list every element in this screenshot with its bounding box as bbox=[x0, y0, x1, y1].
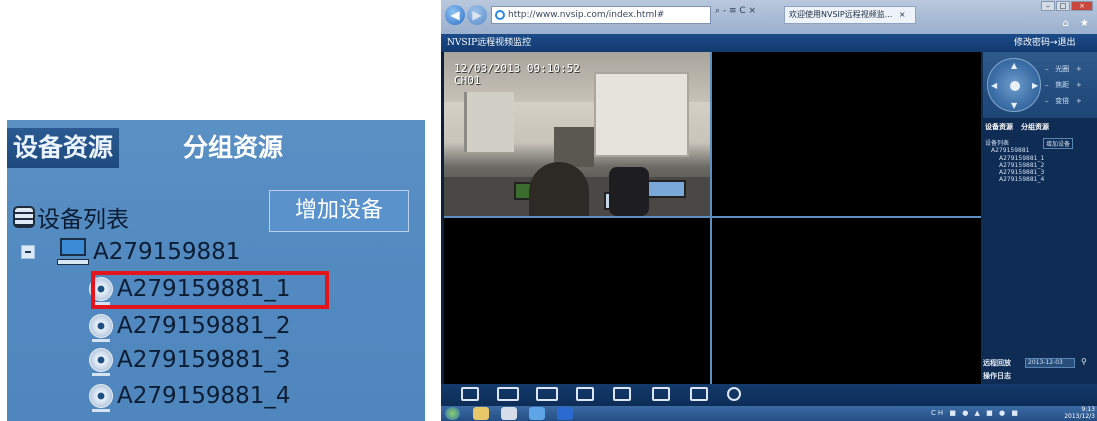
tab-device-resources[interactable]: 设备资源 bbox=[7, 128, 120, 168]
bottom-toolbar bbox=[441, 384, 1097, 406]
app-header: NVSIP远程视频监控 修改密码 →退出 bbox=[441, 34, 1097, 52]
video-cell-4[interactable] bbox=[712, 218, 981, 384]
panel-bottom: 远程回放 2013-12-03 ⚲ 操作日志 bbox=[983, 357, 1097, 383]
channel-item-small[interactable]: A279159881_4 bbox=[999, 176, 1044, 183]
list-icon bbox=[13, 206, 35, 228]
close-view-icon[interactable] bbox=[461, 387, 479, 401]
camera-icon bbox=[89, 348, 113, 376]
video-grid: 12/03/2013 09:10:52 CH01 bbox=[444, 52, 981, 384]
windows-taskbar: CH ■ ● ▲ ■ ● ■ 9:13 2013/12/3 bbox=[441, 406, 1097, 421]
channel-item-small[interactable]: A279159881_1 bbox=[999, 155, 1044, 162]
browser-tab[interactable]: 欢迎使用NVSIP远程视频监... × bbox=[784, 6, 916, 24]
record-icon[interactable] bbox=[497, 387, 519, 401]
zoomed-device-panel: 设备资源 分组资源 设备列表 增加设备 A279159881 A27915988… bbox=[7, 120, 425, 421]
video-cell-1[interactable]: 12/03/2013 09:10:52 CH01 bbox=[444, 52, 710, 216]
search-icon[interactable]: ⚲ bbox=[1081, 357, 1087, 366]
add-device-button[interactable]: 增加设备 bbox=[269, 190, 409, 232]
start-button-icon[interactable] bbox=[445, 407, 460, 420]
computer-icon bbox=[57, 238, 89, 266]
arrow-right-icon[interactable]: ▶ bbox=[1032, 81, 1038, 90]
address-tools[interactable]: ⌕ - ≡ C × bbox=[715, 6, 756, 16]
play-icon[interactable] bbox=[613, 387, 631, 401]
device-tree-small: 设备列表 增加设备 A279159881 A279159881_1 A27915… bbox=[983, 136, 1097, 196]
arrow-down-icon[interactable]: ▼ bbox=[1011, 101, 1017, 110]
arrow-up-icon[interactable]: ▲ bbox=[1011, 61, 1017, 70]
ptz-dial[interactable]: ▲ ▼ ◀ ▶ bbox=[987, 58, 1041, 112]
channel-label: A279159881_2 bbox=[117, 313, 291, 339]
iris-control[interactable]: – 光圈 + bbox=[1045, 64, 1082, 74]
home-star-icons[interactable]: ⌂ ★ bbox=[1063, 18, 1094, 29]
app-title: NVSIP远程视频监控 bbox=[447, 38, 532, 48]
taskbar-clock: 9:13 2013/12/3 bbox=[1064, 406, 1095, 420]
remote-playback-label[interactable]: 远程回放 bbox=[983, 358, 1011, 370]
tab-device-resources-small[interactable]: 设备资源 bbox=[985, 122, 1013, 132]
users-icon[interactable] bbox=[727, 387, 741, 401]
ie-icon bbox=[495, 10, 505, 20]
explorer-icon[interactable] bbox=[473, 407, 489, 420]
device-list-title-small: 设备列表 bbox=[985, 140, 1010, 147]
forward-icon[interactable]: ▶ bbox=[467, 5, 487, 25]
maximize-icon[interactable]: □ bbox=[1056, 1, 1070, 11]
word-icon[interactable] bbox=[557, 407, 573, 420]
channel-label: A279159881_3 bbox=[117, 347, 291, 373]
video-channel: CH01 bbox=[454, 74, 481, 87]
stop-record-icon[interactable] bbox=[536, 387, 558, 401]
channel-item-small[interactable]: A279159881_2 bbox=[999, 162, 1044, 169]
tab-group-resources[interactable]: 分组资源 bbox=[177, 128, 289, 168]
collapse-icon[interactable] bbox=[21, 245, 35, 259]
playback-date[interactable]: 2013-12-03 bbox=[1025, 358, 1075, 368]
add-device-button-small[interactable]: 增加设备 bbox=[1043, 138, 1074, 149]
url-text: http://www.nvsip.com/index.html# bbox=[508, 10, 665, 20]
channel-item[interactable]: A279159881_2 bbox=[89, 313, 291, 342]
device-node[interactable]: A279159881 bbox=[21, 238, 240, 266]
camera-icon bbox=[89, 384, 113, 412]
back-icon[interactable]: ◀ bbox=[445, 5, 465, 25]
snapshot-icon[interactable] bbox=[652, 387, 670, 401]
browser-toolbar: ◀ ▶ http://www.nvsip.com/index.html# ⌕ -… bbox=[441, 0, 1097, 34]
tab-title: 欢迎使用NVSIP远程视频监... bbox=[789, 10, 893, 19]
device-name: A279159881 bbox=[93, 239, 241, 265]
logout-link[interactable]: →退出 bbox=[1050, 34, 1076, 52]
device-name-small[interactable]: A279159881 bbox=[991, 147, 1029, 154]
channel-label: A279159881_4 bbox=[117, 383, 291, 409]
focus-control[interactable]: – 焦距 + bbox=[1045, 80, 1082, 90]
zoom-control[interactable]: – 变倍 + bbox=[1045, 96, 1082, 106]
device-list-title: 设备列表 bbox=[13, 200, 129, 234]
fullscreen-icon[interactable] bbox=[690, 387, 708, 401]
tab-close-icon[interactable]: × bbox=[899, 10, 906, 19]
close-icon[interactable]: × bbox=[1071, 1, 1093, 11]
minimize-icon[interactable]: – bbox=[1041, 1, 1055, 11]
system-tray[interactable]: CH ■ ● ▲ ■ ● ■ bbox=[931, 409, 1020, 417]
ptz-control: ▲ ▼ ◀ ▶ – 光圈 + – 焦距 + – 变倍 + bbox=[983, 52, 1097, 118]
highlight-box bbox=[91, 271, 329, 309]
browser-screenshot: ◀ ▶ http://www.nvsip.com/index.html# ⌕ -… bbox=[441, 0, 1097, 421]
arrow-left-icon[interactable]: ◀ bbox=[991, 81, 997, 90]
channel-item-small[interactable]: A279159881_3 bbox=[999, 169, 1044, 176]
ie-taskbar-icon[interactable] bbox=[529, 407, 545, 420]
ptz-center-button[interactable] bbox=[1010, 81, 1020, 91]
channel-item[interactable]: A279159881_4 bbox=[89, 383, 291, 412]
video-cell-3[interactable] bbox=[444, 218, 710, 384]
video-cell-2[interactable] bbox=[712, 52, 981, 216]
tab-group-resources-small[interactable]: 分组资源 bbox=[1021, 122, 1049, 132]
change-password-link[interactable]: 修改密码 bbox=[1014, 34, 1050, 52]
panel-tabs: 设备资源 分组资源 bbox=[983, 122, 1097, 134]
channel-item[interactable]: A279159881_3 bbox=[89, 347, 291, 376]
device-list-label: 设备列表 bbox=[37, 207, 129, 233]
operation-log-label[interactable]: 操作日志 bbox=[983, 371, 1011, 383]
media-player-icon[interactable] bbox=[501, 407, 517, 420]
address-bar[interactable]: http://www.nvsip.com/index.html# bbox=[491, 6, 711, 24]
resource-tabs: 设备资源 分组资源 bbox=[7, 120, 425, 178]
layout-icon[interactable] bbox=[576, 387, 594, 401]
camera-icon bbox=[89, 314, 113, 342]
window-controls: – □ × bbox=[1041, 1, 1093, 11]
control-panel: ▲ ▼ ◀ ▶ – 光圈 + – 焦距 + – 变倍 + 设备资源 分组资源 设… bbox=[981, 52, 1097, 384]
